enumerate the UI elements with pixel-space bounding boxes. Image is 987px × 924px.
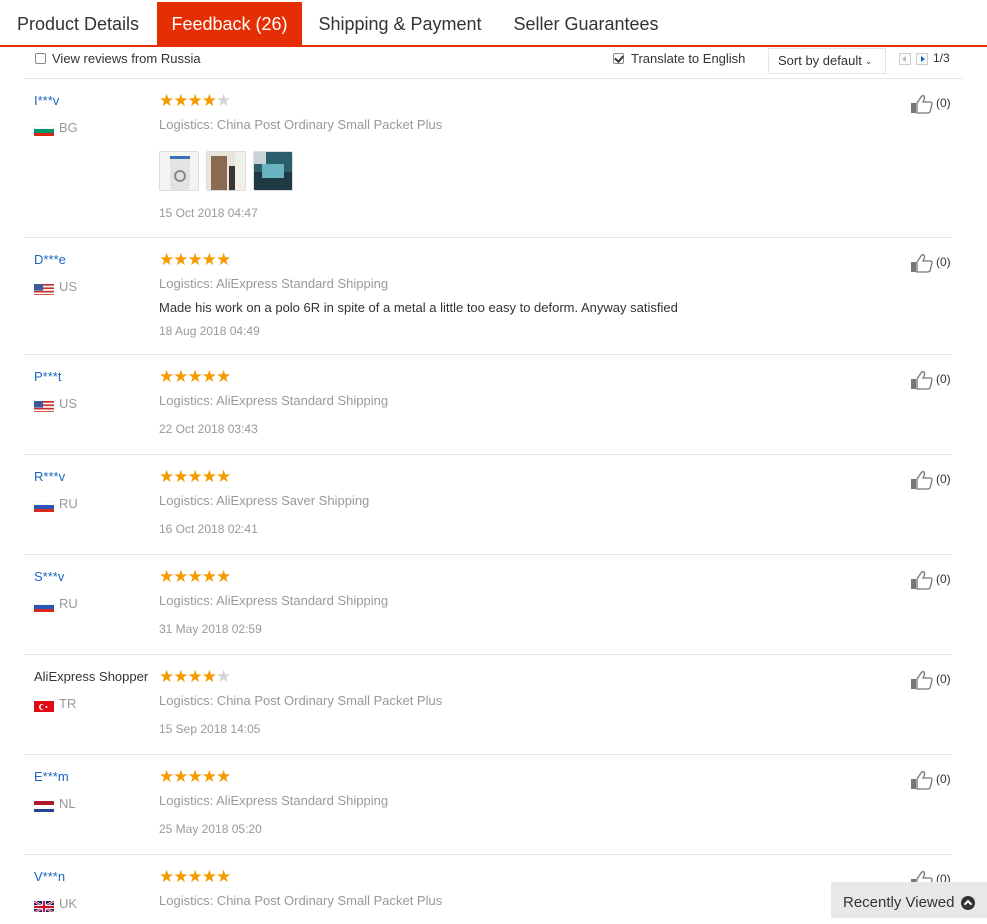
- reviewer-country: US: [59, 279, 78, 294]
- helpful-button[interactable]: (0): [910, 94, 970, 116]
- next-page-button[interactable]: [916, 53, 928, 65]
- flag-ru-icon: [34, 600, 54, 612]
- logistics-info: Logistics: AliExpress Standard Shipping: [159, 793, 389, 808]
- review-date: 25 May 2018 05:20: [159, 822, 262, 836]
- reviewer-name[interactable]: S***v: [34, 569, 64, 584]
- reviewer-country: BG: [59, 120, 78, 135]
- review-photo-thumbnail[interactable]: [206, 151, 246, 191]
- russia-checkbox-label[interactable]: View reviews from Russia: [52, 51, 201, 66]
- helpful-count: (0): [936, 472, 951, 486]
- flag-bg-icon: [34, 124, 54, 136]
- helpful-button[interactable]: (0): [910, 570, 970, 592]
- helpful-count: (0): [936, 772, 951, 786]
- flag-nl-icon: [34, 800, 54, 812]
- review-text: Made his work on a polo 6R in spite of a…: [159, 300, 678, 315]
- helpful-button[interactable]: (0): [910, 253, 970, 275]
- review-item: S***v RU ★★★★★ Logistics: AliExpress Sta…: [24, 555, 951, 655]
- review-item: P***t US ★★★★★ Logistics: AliExpress Sta…: [24, 355, 951, 455]
- star-rating: ★★★★★: [159, 91, 231, 110]
- helpful-count: (0): [936, 672, 951, 686]
- reviewer-name[interactable]: I***v: [34, 93, 59, 108]
- thumbs-up-icon: [911, 254, 933, 273]
- tab-bar: Product Details Feedback (26) Shipping &…: [0, 0, 987, 47]
- helpful-count: (0): [936, 96, 951, 110]
- thumbs-up-icon: [911, 571, 933, 590]
- reviewer-name[interactable]: V***n: [34, 869, 65, 884]
- logistics-info: Logistics: China Post Ordinary Small Pac…: [159, 117, 443, 132]
- sort-dropdown[interactable]: Sort by default ⌄: [768, 48, 886, 74]
- thumbs-up-icon: [911, 95, 933, 114]
- translate-checkbox[interactable]: [613, 53, 624, 64]
- sort-dropdown-label: Sort by default: [778, 53, 862, 68]
- reviewer-name[interactable]: P***t: [34, 369, 61, 384]
- prev-page-button[interactable]: [899, 53, 911, 65]
- helpful-button[interactable]: (0): [910, 370, 970, 392]
- review-date: 15 Sep 2018 14:05: [159, 722, 261, 736]
- review-photo-thumbnail[interactable]: [159, 151, 199, 191]
- helpful-button[interactable]: (0): [910, 470, 970, 492]
- reviewer-name: AliExpress Shopper: [34, 669, 149, 684]
- tab-feedback[interactable]: Feedback (26): [157, 2, 302, 47]
- review-item: E***m NL ★★★★★ Logistics: AliExpress Sta…: [24, 755, 951, 855]
- star-rating: ★★★★★: [159, 667, 231, 686]
- helpful-count: (0): [936, 572, 951, 586]
- reviewer-country: TR: [59, 696, 77, 711]
- reviewer-country: RU: [59, 496, 78, 511]
- reviewer-name[interactable]: E***m: [34, 769, 69, 784]
- logistics-info: Logistics: AliExpress Standard Shipping: [159, 276, 389, 291]
- recently-viewed-label: Recently Viewed: [843, 894, 955, 911]
- feedback-toolbar: View reviews from Russia Translate to En…: [24, 48, 963, 79]
- flag-us-icon: [34, 283, 54, 295]
- thumbs-up-icon: [911, 471, 933, 490]
- helpful-count: (0): [936, 372, 951, 386]
- star-rating: ★★★★★: [159, 567, 231, 586]
- flag-us-icon: [34, 400, 54, 412]
- thumbs-up-icon: [911, 371, 933, 390]
- reviewer-country: US: [59, 396, 78, 411]
- flag-uk-icon: [34, 900, 54, 912]
- tab-seller-guarantees[interactable]: Seller Guarantees: [498, 2, 674, 46]
- chevron-down-icon: ⌄: [864, 56, 873, 66]
- logistics-info: Logistics: China Post Ordinary Small Pac…: [159, 693, 443, 708]
- review-date: 31 May 2018 02:59: [159, 622, 262, 636]
- helpful-button[interactable]: (0): [910, 770, 970, 792]
- flag-ru-icon: [34, 500, 54, 512]
- reviewer-name[interactable]: R***v: [34, 469, 65, 484]
- page-indicator: 1/3: [933, 51, 950, 65]
- review-date: 22 Oct 2018 03:43: [159, 422, 258, 436]
- logistics-info: Logistics: AliExpress Standard Shipping: [159, 393, 389, 408]
- recently-viewed-button[interactable]: Recently Viewed: [831, 882, 987, 918]
- reviewer-name[interactable]: D***e: [34, 252, 66, 267]
- translate-checkbox-label[interactable]: Translate to English: [631, 51, 745, 66]
- star-rating: ★★★★★: [159, 250, 231, 269]
- helpful-count: (0): [936, 255, 951, 269]
- review-date: 18 Aug 2018 04:49: [159, 324, 260, 338]
- thumbs-up-icon: [911, 771, 933, 790]
- reviewer-country: UK: [59, 896, 78, 911]
- review-date: 16 Oct 2018 02:41: [159, 522, 258, 536]
- tab-product-details[interactable]: Product Details: [0, 2, 156, 46]
- reviewer-country: NL: [59, 796, 76, 811]
- logistics-info: Logistics: China Post Ordinary Small Pac…: [159, 893, 443, 908]
- russia-checkbox[interactable]: [35, 53, 46, 64]
- star-rating: ★★★★★: [159, 367, 231, 386]
- star-rating: ★★★★★: [159, 867, 231, 886]
- review-item: AliExpress Shopper TR ★★★★★ Logistics: C…: [24, 655, 951, 755]
- review-photo-thumbnail[interactable]: [253, 151, 293, 191]
- tab-shipping-payment[interactable]: Shipping & Payment: [302, 2, 498, 46]
- review-date: 15 Oct 2018 04:47: [159, 206, 258, 220]
- review-item: D***e US ★★★★★ Logistics: AliExpress Sta…: [24, 238, 951, 355]
- star-rating: ★★★★★: [159, 467, 231, 486]
- flag-tr-icon: [34, 700, 54, 712]
- review-item: R***v RU ★★★★★ Logistics: AliExpress Sav…: [24, 455, 951, 555]
- review-item: I***v BG ★★★★★ Logistics: China Post Ord…: [24, 79, 951, 238]
- logistics-info: Logistics: AliExpress Saver Shipping: [159, 493, 370, 508]
- review-item: V***n UK ★★★★★ Logistics: China Post Ord…: [24, 855, 951, 918]
- chevron-up-icon: [961, 896, 975, 910]
- helpful-button[interactable]: (0): [910, 670, 970, 692]
- reviewer-country: RU: [59, 596, 78, 611]
- thumbs-up-icon: [911, 671, 933, 690]
- star-rating: ★★★★★: [159, 767, 231, 786]
- logistics-info: Logistics: AliExpress Standard Shipping: [159, 593, 389, 608]
